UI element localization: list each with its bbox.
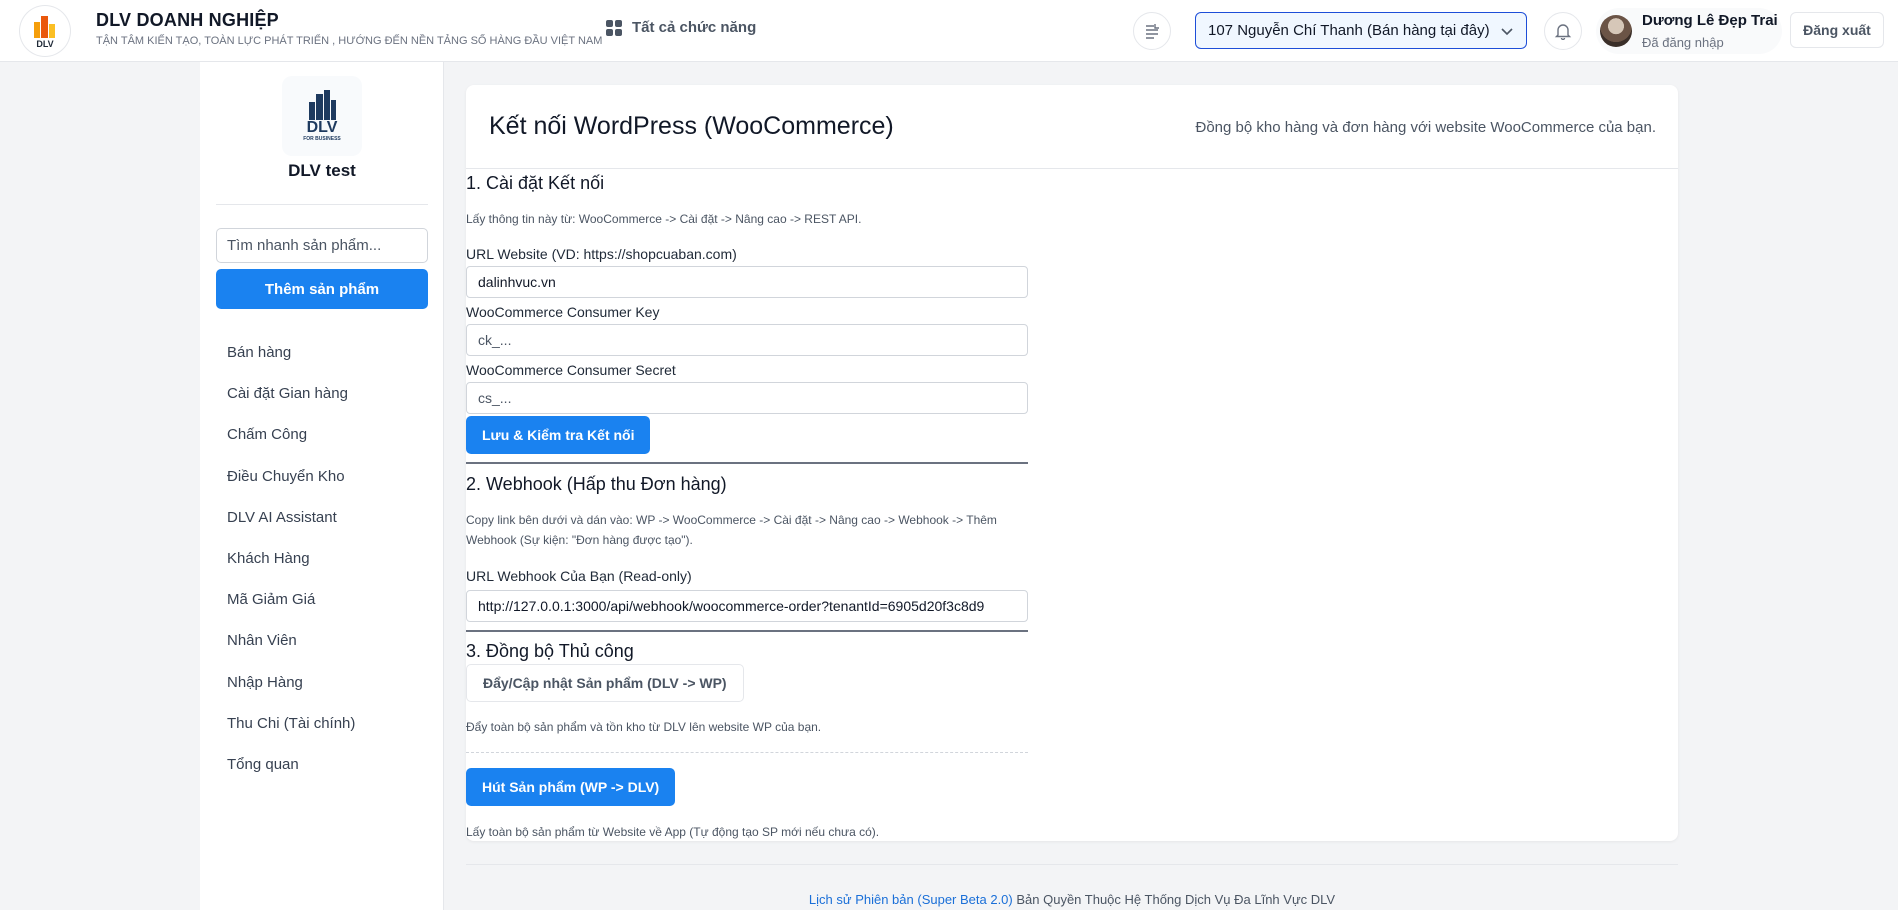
all-functions-label: Tất cả chức năng <box>632 19 757 36</box>
pull-products-button[interactable]: Hút Sản phẩm (WP -> DLV) <box>466 768 676 806</box>
bell-icon <box>1554 24 1572 40</box>
consumer-key-label: WooCommerce Consumer Key <box>466 304 660 320</box>
sidebar-divider <box>216 204 428 205</box>
chevron-down-icon <box>1501 28 1513 36</box>
notification-button[interactable] <box>1544 12 1582 50</box>
store-select[interactable]: 107 Nguyễn Chí Thanh (Bán hàng tại đây) <box>1195 12 1527 49</box>
note-button[interactable] <box>1133 12 1171 50</box>
logout-button[interactable]: Đăng xuất <box>1790 12 1884 48</box>
brand-tagline: TẬN TÂM KIẾN TẠO, TOÀN LỰC PHÁT TRIỂN , … <box>96 35 603 47</box>
section-divider <box>466 462 1028 464</box>
sidebar-item-cham-cong[interactable]: Chấm Công <box>200 414 444 455</box>
skyscraper-logo-icon <box>309 90 336 120</box>
store-select-value: 107 Nguyễn Chí Thanh (Bán hàng tại đây) <box>1208 22 1490 39</box>
sidebar-item-cai-dat-gian-hang[interactable]: Cài đặt Gian hàng <box>200 373 444 414</box>
consumer-key-input[interactable] <box>466 324 1028 356</box>
woocommerce-card: Kết nối WordPress (WooCommerce) Đồng bộ … <box>466 85 1678 841</box>
brand-logo-text: DLV <box>36 38 54 49</box>
card-divider <box>466 168 1678 169</box>
shop-logo-text: DLV <box>306 119 338 136</box>
copyright-text: Bản Quyền Thuộc Hệ Thống Dịch Vụ Đa Lĩnh… <box>1012 892 1336 907</box>
sidebar: DLV FOR BUSINESS DLV test Thêm sản phẩm … <box>200 62 444 910</box>
consumer-secret-input[interactable] <box>466 382 1028 414</box>
brand-title: DLV DOANH NGHIỆP <box>96 10 279 30</box>
avatar <box>1600 15 1632 47</box>
pull-products-hint: Lấy toàn bộ sản phẩm từ Website về App (… <box>466 825 880 839</box>
sidebar-item-ma-giam-gia[interactable]: Mã Giảm Giá <box>200 579 444 620</box>
sidebar-item-ai-assistant[interactable]: DLV AI Assistant <box>200 497 444 538</box>
product-search-input[interactable] <box>216 228 428 263</box>
webhook-url-input[interactable] <box>466 590 1028 622</box>
sidebar-item-nhan-vien[interactable]: Nhân Viên <box>200 620 444 661</box>
section-webhook-hint: Copy link bên dưới và dán vào: WP -> Woo… <box>466 513 997 547</box>
user-name: Dương Lê Đẹp Trai <box>1642 12 1778 29</box>
all-functions-button[interactable]: Tất cả chức năng <box>606 19 756 36</box>
footer-divider <box>466 864 1678 865</box>
sidebar-item-thu-chi[interactable]: Thu Chi (Tài chính) <box>200 703 444 744</box>
section-webhook-heading: 2. Webhook (Hấp thu Đơn hàng) <box>466 474 727 494</box>
shop-logo: DLV FOR BUSINESS <box>282 76 362 156</box>
top-header: DLV DLV DOANH NGHIỆP TẬN TÂM KIẾN TẠO, T… <box>0 0 1898 62</box>
section-manual-sync-heading: 3. Đồng bộ Thủ công <box>466 641 634 661</box>
user-profile[interactable]: Dương Lê Đẹp Trai Đã đăng nhập <box>1596 8 1782 54</box>
url-website-label: URL Website (VD: https://shopcuaban.com) <box>466 246 737 262</box>
section-divider <box>466 630 1028 632</box>
sidebar-item-dieu-chuyen-kho[interactable]: Điều Chuyển Kho <box>200 456 444 497</box>
section-connection-hint: Lấy thông tin này từ: WooCommerce -> Cài… <box>466 212 862 226</box>
sidebar-item-tong-quan[interactable]: Tổng quan <box>200 744 444 785</box>
footer: Lịch sử Phiên bản (Super Beta 2.0) Bản Q… <box>466 892 1678 907</box>
sidebar-item-khach-hang[interactable]: Khách Hàng <box>200 538 444 579</box>
page-title: Kết nối WordPress (WooCommerce) <box>489 112 894 140</box>
building-logo-icon <box>34 15 55 38</box>
push-products-hint: Đẩy toàn bộ sản phẩm và tồn kho từ DLV l… <box>466 720 822 734</box>
dashed-divider <box>466 752 1028 753</box>
sidebar-item-nhap-hang[interactable]: Nhập Hàng <box>200 662 444 703</box>
note-icon <box>1146 24 1159 39</box>
brand-logo[interactable]: DLV <box>20 6 70 56</box>
grid-icon <box>606 19 622 36</box>
sidebar-item-ban-hang[interactable]: Bán hàng <box>200 332 444 373</box>
page-subtitle: Đồng bộ kho hàng và đơn hàng với website… <box>1195 119 1657 136</box>
consumer-secret-label: WooCommerce Consumer Secret <box>466 362 676 378</box>
webhook-url-label: URL Webhook Của Bạn (Read-only) <box>466 568 692 584</box>
add-product-button[interactable]: Thêm sản phẩm <box>216 269 428 309</box>
url-website-input[interactable] <box>466 266 1028 298</box>
section-connection-heading: 1. Cài đặt Kết nối <box>466 173 605 193</box>
shop-logo-sub: FOR BUSINESS <box>303 136 341 142</box>
shop-name: DLV test <box>288 161 356 180</box>
push-products-button[interactable]: Đẩy/Cập nhật Sản phẩm (DLV -> WP) <box>466 664 744 702</box>
save-test-connection-button[interactable]: Lưu & Kiểm tra Kết nối <box>466 416 651 454</box>
user-status: Đã đăng nhập <box>1642 35 1724 50</box>
version-history-link[interactable]: Lịch sử Phiên bản (Super Beta 2.0) <box>809 892 1013 907</box>
sidebar-menu: Bán hàng Cài đặt Gian hàng Chấm Công Điề… <box>200 332 444 785</box>
